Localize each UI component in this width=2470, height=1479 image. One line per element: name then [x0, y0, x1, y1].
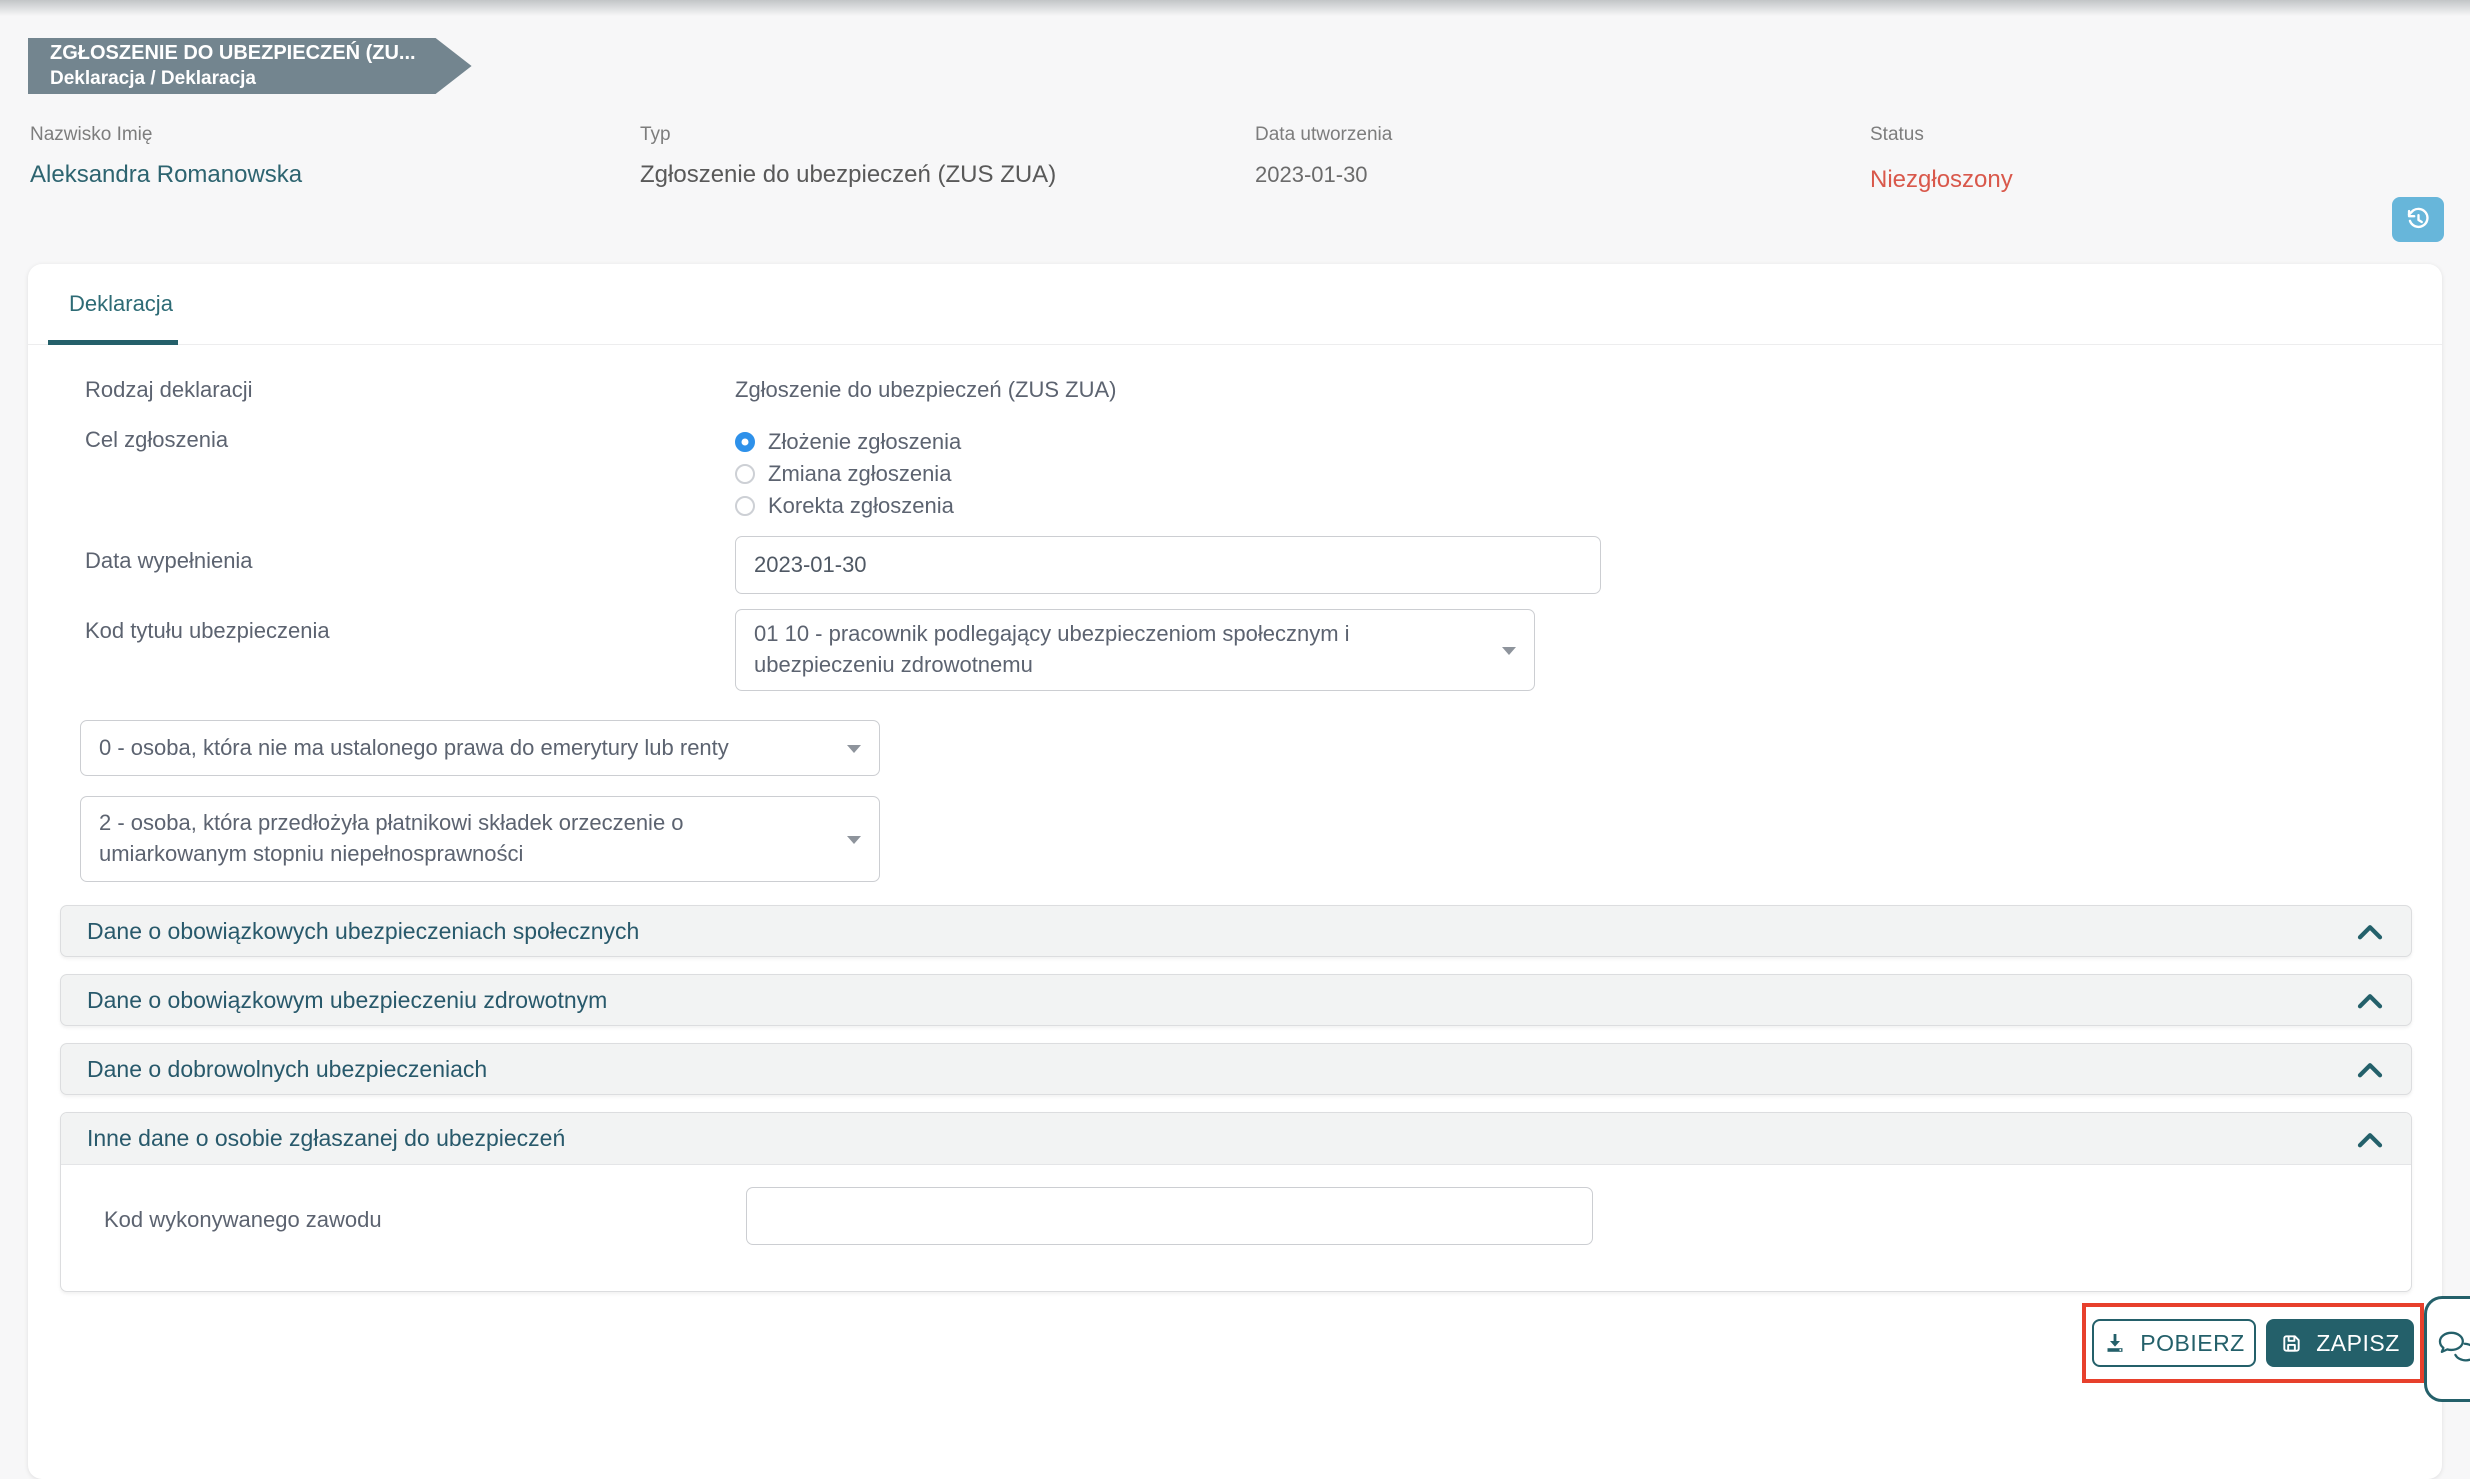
accordion-inne-dane[interactable]: Inne dane o osobie zgłaszanej do ubezpie…: [61, 1113, 2411, 1165]
accordion-title: Inne dane o osobie zgłaszanej do ubezpie…: [87, 1125, 566, 1151]
accordion-ubezpieczenia-spoleczne[interactable]: Dane o obowiązkowych ubezpieczeniach spo…: [60, 905, 2412, 957]
accordion-inne-dane-section: Inne dane o osobie zgłaszanej do ubezpie…: [60, 1112, 2412, 1292]
radio-zlozenie-zgloszenia[interactable]: Złożenie zgłoszenia: [735, 429, 961, 455]
kod-tytulu-select[interactable]: 01 10 - pracownik podlegający ubezpiecze…: [735, 609, 1535, 691]
radio-unselected-icon[interactable]: [735, 496, 755, 516]
zapisz-button[interactable]: ZAPISZ: [2266, 1319, 2414, 1367]
kod-tytulu-label: Kod tytułu ubezpieczenia: [85, 618, 330, 643]
radio-zmiana-zgloszenia[interactable]: Zmiana zgłoszenia: [735, 461, 951, 487]
pobierz-button[interactable]: POBIERZ: [2092, 1319, 2256, 1367]
chat-bubbles-icon: [2436, 1329, 2470, 1369]
rodzaj-deklaracji-value: Zgłoszenie do ubezpieczeń (ZUS ZUA): [735, 377, 1117, 402]
chat-widget[interactable]: [2424, 1296, 2470, 1402]
chevron-up-icon: [2355, 1058, 2385, 1080]
tab-bar: Deklaracja: [28, 264, 2442, 345]
history-icon: [2405, 206, 2432, 233]
breadcrumb-title: ZGŁOSZENIE DO UBEZPIECZEŃ (ZU...: [50, 42, 416, 64]
select-value: 0 - osoba, która nie ma ustalonego prawa…: [99, 734, 729, 760]
history-button[interactable]: [2392, 197, 2444, 242]
data-wypelnienia-label: Data wypełnienia: [85, 548, 253, 573]
download-icon: [2103, 1331, 2127, 1355]
select-value: 01 10 - pracownik podlegający ubezpiecze…: [754, 621, 1350, 677]
kod-zawodu-input[interactable]: [746, 1187, 1593, 1245]
header-field-status: Status Niezgłoszony: [1870, 124, 2013, 194]
radio-korekta-zgloszenia[interactable]: Korekta zgłoszenia: [735, 493, 954, 519]
select-value: 2 - osoba, która przedłożyła płatnikowi …: [99, 810, 684, 866]
person-name-link[interactable]: Aleksandra Romanowska: [30, 161, 302, 189]
rodzaj-deklaracji-label: Rodzaj deklaracji: [85, 377, 253, 402]
breadcrumb: ZGŁOSZENIE DO UBEZPIECZEŃ (ZU... Deklara…: [28, 38, 472, 94]
breadcrumb-path: Deklaracja / Deklaracja: [50, 68, 256, 89]
tab-deklaracja[interactable]: Deklaracja: [69, 291, 173, 317]
header-field-typ: Typ Zgłoszenie do ubezpieczeń (ZUS ZUA): [640, 124, 1056, 189]
accordion-ubezpieczenie-zdrowotne[interactable]: Dane o obowiązkowym ubezpieczeniu zdrowo…: [60, 974, 2412, 1026]
kod-zawodu-label: Kod wykonywanego zawodu: [104, 1207, 382, 1232]
radio-label: Korekta zgłoszenia: [768, 493, 954, 518]
highlight-rectangle: POBIERZ ZAPISZ: [2082, 1303, 2424, 1383]
chevron-up-icon: [2355, 920, 2385, 942]
header-field-data-utworzenia: Data utworzenia 2023-01-30: [1255, 124, 1392, 188]
chevron-up-icon: [2355, 989, 2385, 1011]
header-label: Typ: [640, 124, 671, 145]
accordion-inne-dane-body: Kod wykonywanego zawodu: [61, 1165, 2411, 1292]
header-label: Data utworzenia: [1255, 124, 1393, 145]
radio-label: Zmiana zgłoszenia: [768, 461, 952, 486]
header-value: Zgłoszenie do ubezpieczeń (ZUS ZUA): [640, 161, 1057, 188]
header-label: Nazwisko Imię: [30, 124, 153, 145]
header-field-nazwisko: Nazwisko Imię Aleksandra Romanowska: [30, 124, 302, 189]
stopien-niepelnosprawnosci-select[interactable]: 2 - osoba, która przedłożyła płatnikowi …: [80, 796, 880, 882]
cel-zgloszenia-label: Cel zgłoszenia: [85, 427, 229, 452]
button-label: ZAPISZ: [2316, 1329, 2400, 1356]
radio-label: Złożenie zgłoszenia: [768, 429, 962, 454]
active-tab-underline: [48, 340, 178, 345]
accordion-dobrowolne-ubezpieczenia[interactable]: Dane o dobrowolnych ubezpieczeniach: [60, 1043, 2412, 1095]
header-value: 2023-01-30: [1255, 162, 1368, 187]
radio-unselected-icon[interactable]: [735, 464, 755, 484]
radio-selected-icon[interactable]: [735, 432, 755, 452]
accordion-title: Dane o dobrowolnych ubezpieczeniach: [87, 1055, 488, 1082]
accordion-title: Dane o obowiązkowym ubezpieczeniu zdrowo…: [87, 986, 608, 1013]
declaration-card: Deklaracja Rodzaj deklaracji Zgłoszenie …: [28, 264, 2442, 1479]
save-icon: [2280, 1332, 2303, 1355]
button-label: POBIERZ: [2140, 1329, 2245, 1356]
chevron-up-icon: [2355, 1128, 2385, 1150]
header-label: Status: [1870, 124, 1924, 145]
accordion-title: Dane o obowiązkowych ubezpieczeniach spo…: [87, 917, 640, 944]
status-badge: Niezgłoszony: [1870, 166, 2013, 193]
prawo-do-emerytury-select[interactable]: 0 - osoba, która nie ma ustalonego prawa…: [80, 720, 880, 776]
data-wypelnienia-input[interactable]: [735, 536, 1601, 594]
top-shadow: [0, 0, 2470, 16]
